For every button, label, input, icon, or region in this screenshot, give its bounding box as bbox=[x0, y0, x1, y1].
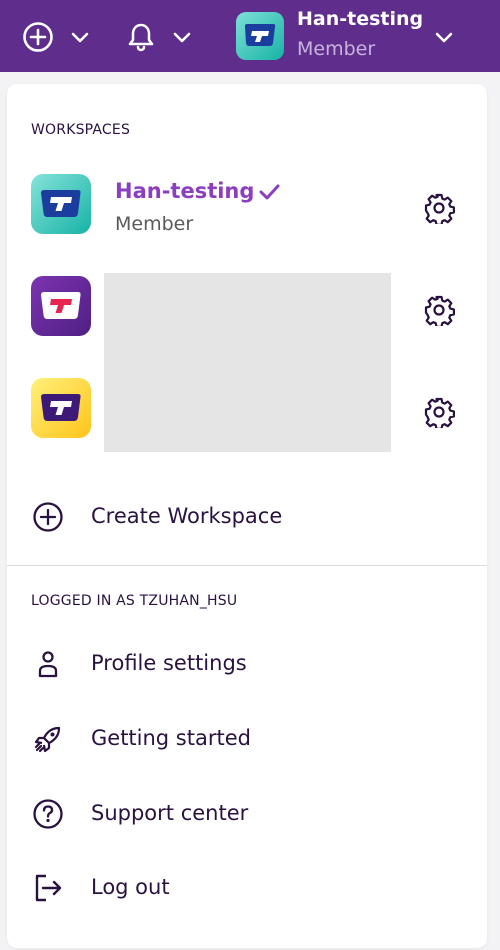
workspace-logo[interactable] bbox=[31, 276, 91, 336]
logout-icon bbox=[31, 871, 65, 905]
workspace-logo[interactable] bbox=[31, 174, 91, 234]
chevron-down-icon[interactable] bbox=[69, 26, 91, 48]
logged-in-section-title: LOGGED IN AS TZUHAN_HSU bbox=[31, 593, 238, 609]
support-center-item[interactable]: Support center bbox=[7, 789, 487, 839]
checkmark-icon bbox=[258, 182, 280, 202]
gear-icon[interactable] bbox=[423, 396, 455, 430]
bell-icon[interactable] bbox=[126, 21, 156, 53]
log-out-label: Log out bbox=[91, 875, 170, 899]
divider bbox=[7, 565, 487, 566]
gear-icon[interactable] bbox=[423, 192, 455, 226]
workspace-logo[interactable] bbox=[31, 378, 91, 438]
create-workspace-label: Create Workspace bbox=[91, 504, 283, 528]
top-bar: Han-testing Member bbox=[0, 0, 500, 72]
workspaces-section-title: WORKSPACES bbox=[31, 122, 131, 138]
current-workspace-role: Member bbox=[297, 38, 376, 60]
workspace-dropdown-panel: WORKSPACES Han-testing Member Create Wor… bbox=[7, 84, 487, 948]
plus-circle-icon[interactable] bbox=[22, 21, 54, 53]
person-icon bbox=[31, 647, 65, 681]
current-workspace-name[interactable]: Han-testing bbox=[297, 8, 423, 30]
support-center-label: Support center bbox=[91, 801, 249, 825]
redacted-workspace-names bbox=[104, 273, 391, 452]
log-out-item[interactable]: Log out bbox=[7, 863, 487, 913]
profile-settings-label: Profile settings bbox=[91, 651, 247, 675]
chevron-down-icon[interactable] bbox=[432, 26, 456, 48]
profile-settings-item[interactable]: Profile settings bbox=[7, 639, 487, 689]
question-circle-icon bbox=[31, 797, 65, 831]
rocket-icon bbox=[31, 722, 65, 756]
workspace-name[interactable]: Han-testing bbox=[115, 179, 254, 203]
gear-icon[interactable] bbox=[423, 294, 455, 328]
workspace-logo[interactable] bbox=[236, 12, 284, 60]
plus-circle-icon bbox=[31, 500, 65, 534]
workspace-role: Member bbox=[115, 213, 194, 235]
getting-started-label: Getting started bbox=[91, 726, 251, 750]
create-workspace-button[interactable]: Create Workspace bbox=[7, 492, 487, 542]
chevron-down-icon[interactable] bbox=[171, 26, 193, 48]
getting-started-item[interactable]: Getting started bbox=[7, 714, 487, 764]
